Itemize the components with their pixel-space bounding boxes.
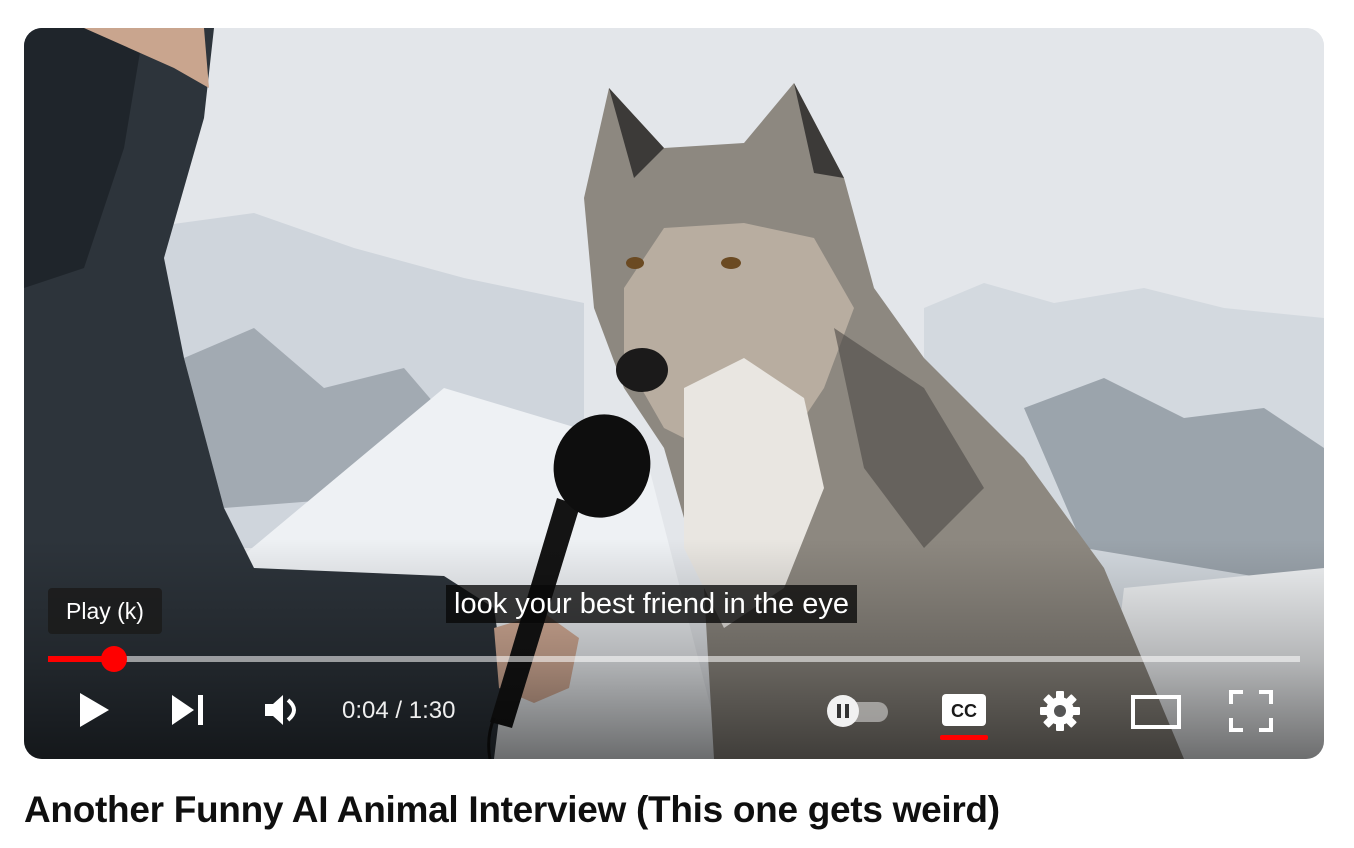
settings-button[interactable] — [1036, 688, 1084, 734]
play-button[interactable] — [70, 686, 118, 734]
current-time: 0:04 — [342, 697, 389, 724]
time-separator: / — [388, 697, 409, 724]
gear-icon — [1040, 691, 1080, 731]
autoplay-toggle[interactable] — [822, 692, 894, 730]
captions-active-indicator — [940, 734, 988, 740]
closed-captions-icon: CC — [942, 693, 986, 726]
duration: 1:30 — [408, 697, 456, 724]
progress-bar[interactable] — [48, 646, 1300, 672]
svg-text:CC: CC — [951, 701, 977, 721]
volume-icon — [265, 695, 296, 725]
theater-mode-button[interactable] — [1128, 690, 1184, 734]
fullscreen-button[interactable] — [1226, 688, 1276, 734]
play-icon — [80, 693, 109, 727]
skip-next-icon — [172, 695, 203, 725]
subtitle-caption: look your best friend in the eye — [446, 585, 857, 623]
theater-mode-icon — [1131, 695, 1181, 729]
play-tooltip: Play (k) — [48, 588, 162, 634]
video-title: Another Funny AI Animal Interview (This … — [24, 789, 1000, 830]
fullscreen-icon — [1229, 690, 1273, 732]
autoplay-toggle-icon — [827, 695, 888, 727]
next-button[interactable] — [164, 688, 212, 732]
time-display: 0:04 / 1:30 — [342, 696, 455, 726]
volume-button[interactable] — [258, 688, 308, 732]
video-player[interactable]: Play (k) look your best friend in the ey… — [24, 28, 1324, 759]
captions-button[interactable]: CC — [936, 688, 992, 744]
